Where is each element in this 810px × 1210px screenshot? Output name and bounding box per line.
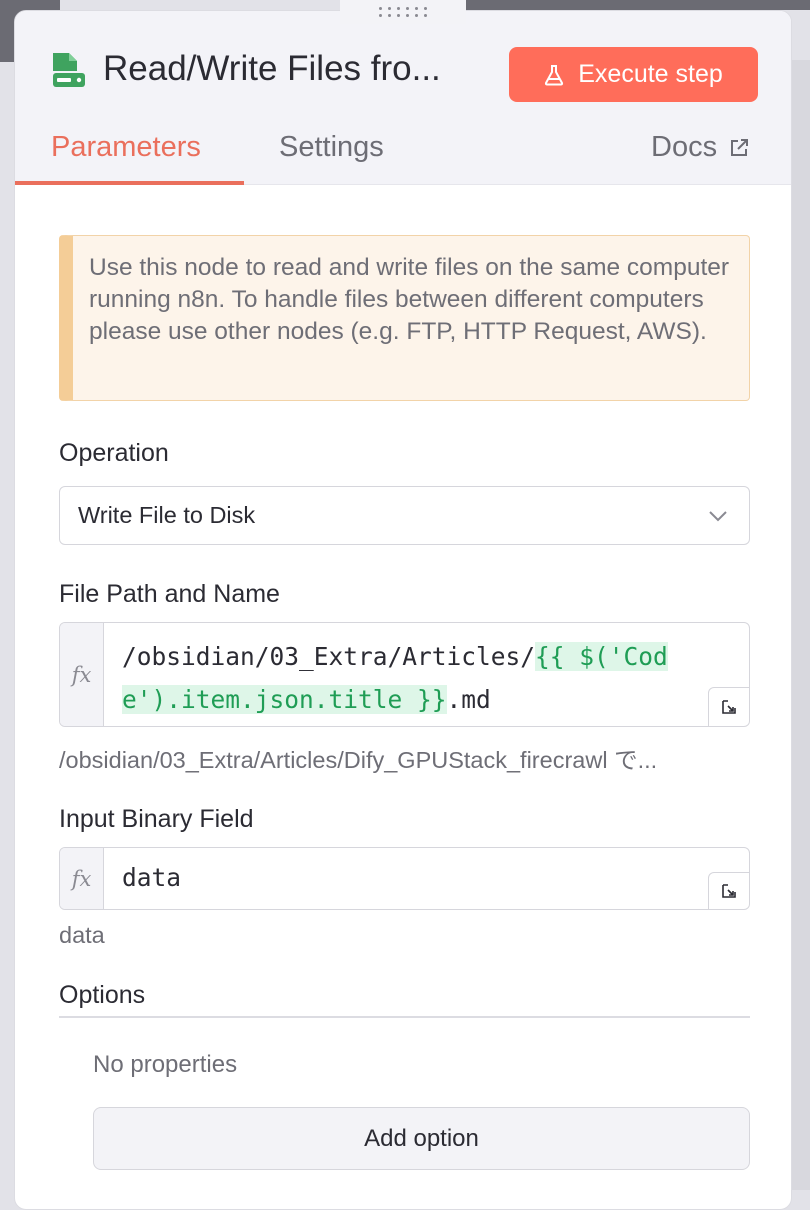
canvas-strip — [790, 60, 810, 1190]
operation-select[interactable]: Write File to Disk — [59, 486, 750, 545]
binary-field-value: data — [122, 863, 182, 892]
options-divider — [59, 1016, 750, 1018]
external-link-icon — [731, 138, 749, 156]
docs-label: Docs — [651, 131, 718, 163]
expand-editor-button[interactable] — [708, 872, 749, 909]
tab-settings[interactable]: Settings — [279, 131, 384, 164]
execute-step-label: Execute step — [578, 60, 723, 88]
operation-value: Write File to Disk — [78, 502, 256, 528]
expand-icon — [722, 700, 736, 714]
expression-part-2: e').item.json.title }} — [122, 685, 447, 714]
file-path-expression: /obsidian/03_Extra/Articles/{{ $('Cod e')… — [122, 635, 699, 721]
expand-editor-button[interactable] — [708, 687, 749, 726]
path-suffix: .md — [446, 685, 491, 714]
no-properties-text: No properties — [93, 1051, 238, 1078]
binary-field-resolved: data — [59, 922, 105, 948]
execute-step-button[interactable]: Execute step — [509, 47, 758, 102]
options-label: Options — [59, 981, 146, 1009]
panel-header: Read/Write Files fro... Execute step Par… — [15, 11, 791, 185]
binary-field-input[interactable]: fx data — [59, 847, 750, 910]
flask-icon — [545, 64, 564, 85]
active-tab-indicator — [15, 181, 244, 185]
path-prefix: /obsidian/03_Extra/Articles/ — [122, 642, 536, 671]
chevron-down-icon — [709, 511, 727, 522]
operation-label: Operation — [59, 439, 169, 467]
file-path-label: File Path and Name — [59, 580, 280, 608]
file-disk-icon — [53, 53, 85, 87]
file-path-input[interactable]: fx /obsidian/03_Extra/Articles/{{ $('Cod… — [59, 622, 750, 727]
drag-handle[interactable] — [340, 0, 466, 24]
info-notice: Use this node to read and write files on… — [59, 235, 750, 401]
expression-part-1: {{ $('Cod — [535, 642, 668, 671]
binary-field-label: Input Binary Field — [59, 805, 254, 833]
node-settings-panel: Read/Write Files fro... Execute step Par… — [14, 10, 792, 1210]
node-title[interactable]: Read/Write Files fro... — [103, 49, 441, 89]
fx-icon: fx — [60, 848, 104, 909]
tab-parameters[interactable]: Parameters — [51, 131, 201, 164]
tab-docs[interactable]: Docs — [651, 131, 749, 164]
canvas-background-top — [466, 0, 810, 10]
add-option-button[interactable]: Add option — [93, 1107, 750, 1170]
expand-icon — [722, 884, 736, 898]
file-path-resolved: /obsidian/03_Extra/Articles/Dify_GPUStac… — [59, 747, 658, 773]
fx-icon: fx — [60, 623, 104, 726]
